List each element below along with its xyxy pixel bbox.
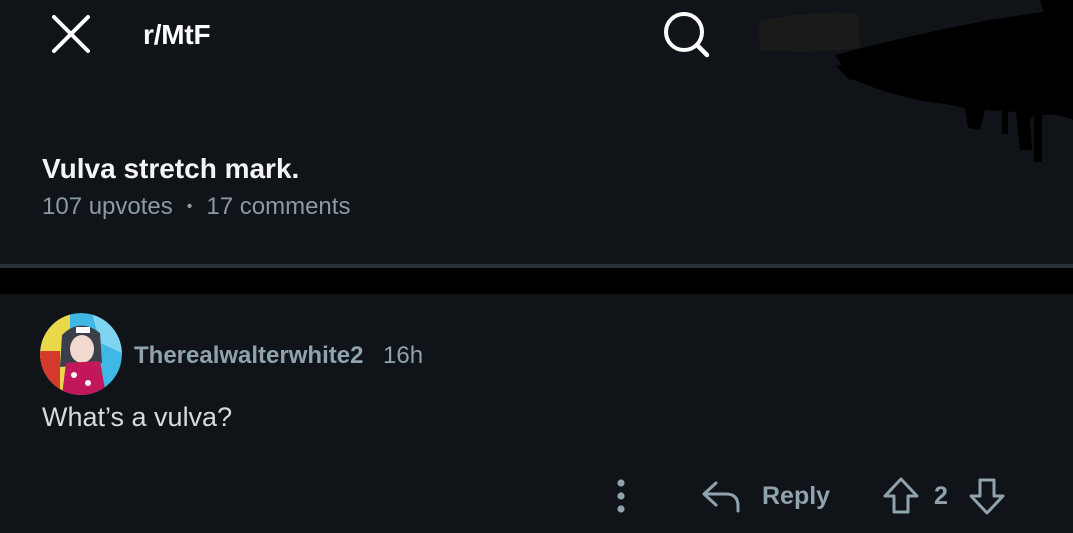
close-button[interactable] (44, 10, 98, 58)
post-header[interactable]: Vulva stretch mark. 107 upvotes • 17 comme… (0, 140, 1073, 264)
upvote-arrow-icon (883, 477, 919, 514)
upvote-count: 107 upvotes (42, 193, 173, 220)
comment-actions: Reply 2 (0, 470, 1073, 522)
comment-timestamp: 16h (383, 342, 424, 369)
avatar-image (40, 313, 122, 395)
meta-separator: • (186, 198, 193, 215)
post-title: Vulva stretch mark. (42, 153, 300, 184)
reply-button[interactable]: Reply (700, 472, 830, 520)
more-vertical-icon (617, 479, 625, 513)
vote-score: 2 (934, 482, 948, 510)
downvote-button[interactable] (964, 474, 1010, 518)
search-button[interactable] (658, 9, 714, 61)
subreddit-name[interactable]: r/MtF (143, 19, 211, 51)
reply-label: Reply (762, 481, 831, 510)
comment-body: What’s a vulva? (42, 402, 233, 432)
avatar[interactable] (40, 313, 122, 395)
comment: Therealwalterwhite2 16h What’s a vulva? … (0, 294, 1073, 533)
upvote-button[interactable] (878, 474, 924, 518)
post-meta: 107 upvotes • 17 comments (42, 193, 350, 221)
comment-username[interactable]: Therealwalterwhite2 (134, 342, 363, 370)
search-icon (664, 12, 710, 58)
more-options-button[interactable] (604, 474, 638, 518)
downvote-arrow-icon (969, 478, 1005, 515)
close-icon (52, 15, 90, 53)
reply-arrow-icon (702, 481, 740, 513)
comment-count: 17 comments (206, 193, 351, 220)
post-detail-screen: r/MtF Vulva stretch mark. 107 upvotes • 17… (0, 0, 1073, 533)
section-divider (0, 268, 1073, 294)
